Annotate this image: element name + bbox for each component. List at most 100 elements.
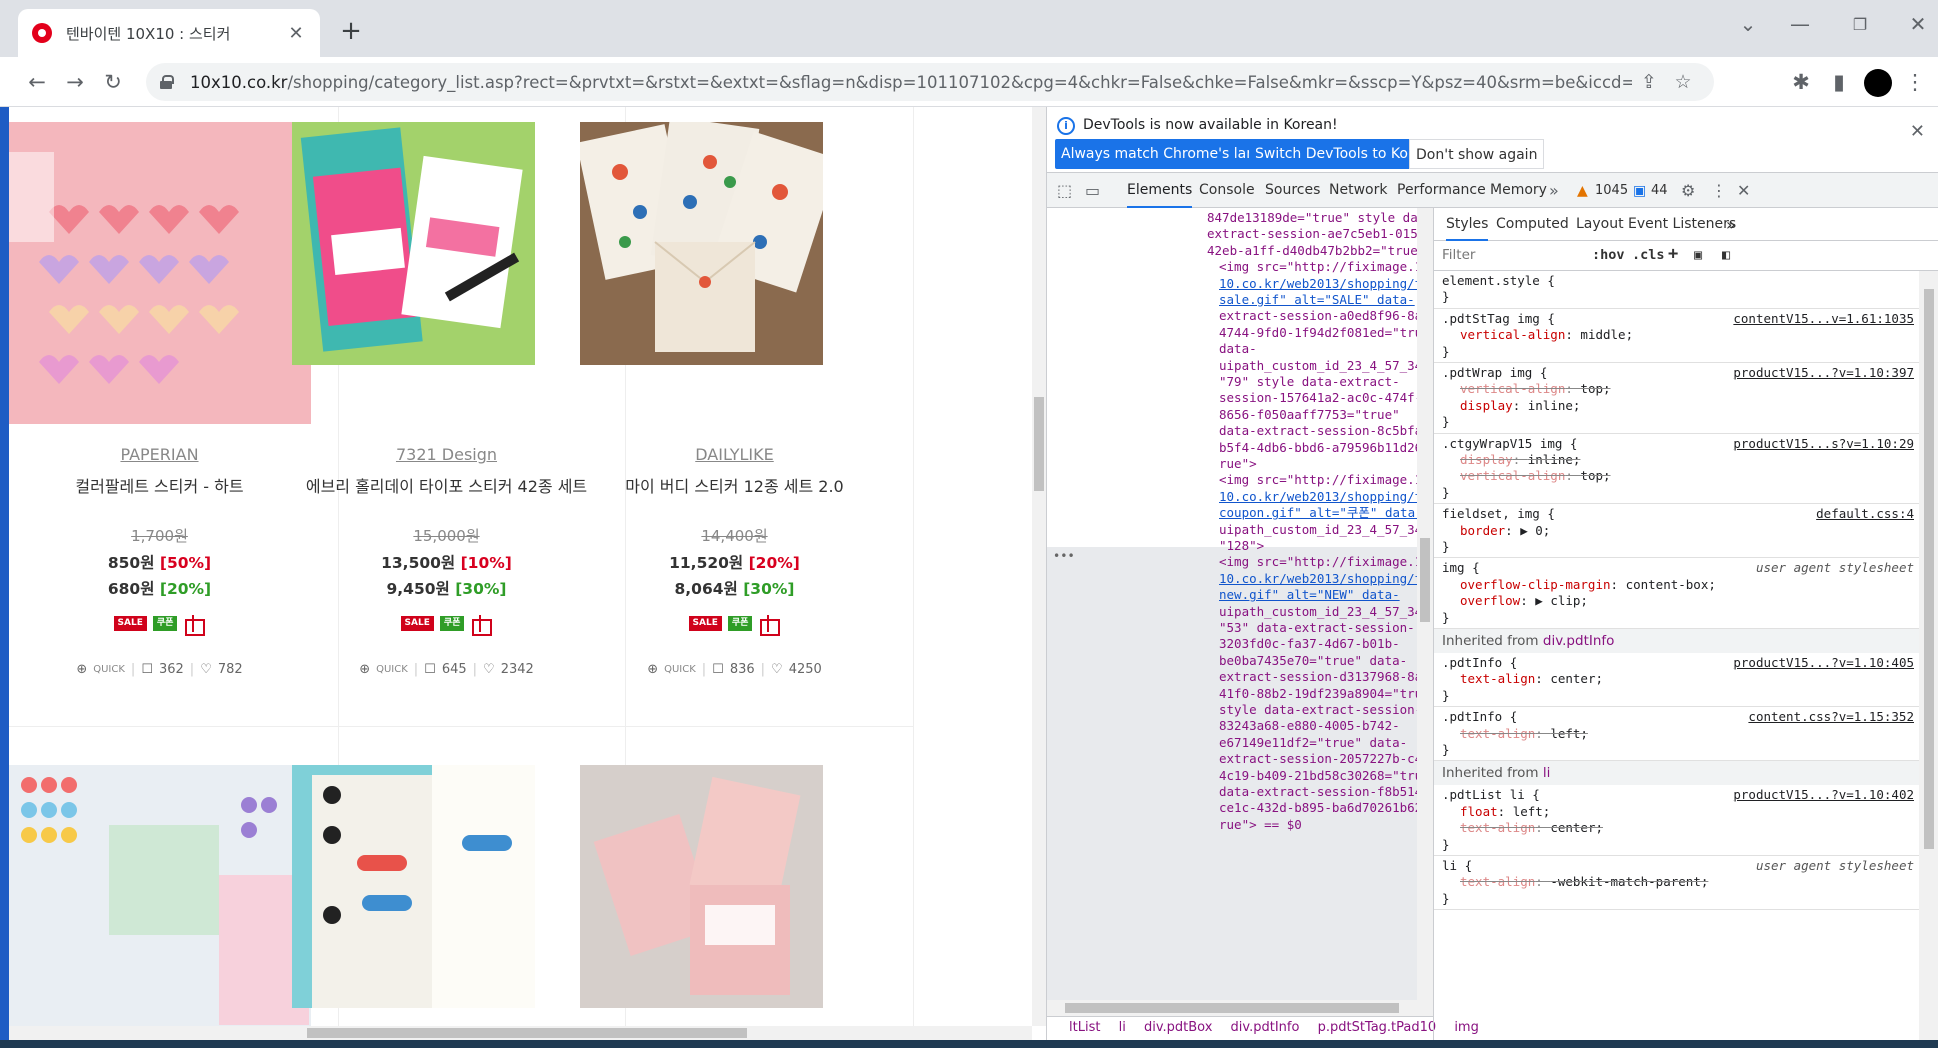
bookmark-star-icon[interactable]: ☆ — [1666, 71, 1700, 93]
forward-icon[interactable]: → — [60, 67, 90, 97]
address-bar[interactable]: 10x10.co.kr/shopping/category_list.asp?r… — [146, 63, 1714, 101]
close-notice-icon[interactable]: ✕ — [1910, 121, 1925, 142]
breadcrumb-item[interactable]: li — [1119, 1020, 1126, 1035]
code-line[interactable]: be0ba7435e70="true" data- — [1219, 653, 1407, 669]
url-link[interactable]: sale.gif" alt="SALE" data- — [1219, 292, 1415, 307]
css-rule[interactable]: img {user agent stylesheet overflow-clip-… — [1434, 558, 1920, 630]
profile-avatar[interactable] — [1864, 69, 1892, 97]
css-source-link[interactable]: productV15...?v=1.10:405 — [1733, 655, 1914, 671]
code-line[interactable]: "53" data-extract-session- — [1219, 620, 1415, 636]
quick-view-label[interactable]: QUICK — [93, 664, 125, 675]
css-rule[interactable]: .pdtInfo {content.css?v=1.15:352 text-ali… — [1434, 707, 1920, 762]
quick-view-icon[interactable]: ⊕ — [76, 662, 87, 677]
tab-network[interactable]: Network — [1329, 173, 1387, 208]
code-line[interactable]: data- — [1219, 341, 1257, 357]
hover-state-toggle[interactable]: :hov — [1592, 247, 1625, 263]
tab-layout[interactable]: Layout — [1576, 208, 1624, 241]
close-tab-icon[interactable]: ✕ — [286, 23, 306, 44]
code-line[interactable]: uipath_custom_id_23_4_57_3408= — [1219, 358, 1417, 374]
tab-computed[interactable]: Computed — [1496, 208, 1569, 241]
tab-search-icon[interactable]: ⌄ — [1728, 12, 1768, 36]
code-line[interactable]: data-extract-session-f8b5148f- — [1219, 784, 1417, 800]
code-line[interactable]: e67149e11df2="true" data- — [1219, 735, 1407, 751]
side-panel-icon[interactable]: ▮ — [1824, 67, 1854, 97]
code-line[interactable]: 4c19-b409-21bd58c30268="true" — [1219, 768, 1417, 784]
product-image[interactable] — [580, 122, 823, 424]
code-line[interactable]: new.gif" alt="NEW" data- — [1219, 587, 1400, 603]
code-line[interactable]: uipath_custom_id_23_4_57_3408= — [1219, 604, 1417, 620]
more-tabs-icon[interactable]: » — [1549, 181, 1559, 200]
css-rule[interactable]: .pdtStTag img {contentV15...v=1.61:1035 v… — [1434, 309, 1920, 364]
new-tab-icon[interactable]: + — [334, 14, 368, 48]
code-line[interactable]: <img src="http://fiximage.10x — [1219, 259, 1417, 275]
styles-vertical-scrollbar[interactable] — [1919, 271, 1938, 1040]
elements-horizontal-scrollbar[interactable] — [1047, 1000, 1433, 1016]
new-rule-icon[interactable]: + — [1668, 244, 1678, 264]
url-link[interactable]: 10.co.kr/web2013/shopping/tag_ — [1219, 571, 1417, 586]
code-line[interactable]: style data-extract-session- — [1219, 702, 1417, 718]
elements-vertical-scrollbar[interactable] — [1417, 208, 1433, 1000]
css-property[interactable]: text-align: -webkit-match-parent; — [1442, 874, 1912, 890]
code-line[interactable]: coupon.gif" alt="쿠폰" data- — [1219, 505, 1417, 521]
devtools-menu-icon[interactable]: ⋮ — [1711, 181, 1727, 200]
minimize-icon[interactable]: — — [1780, 12, 1820, 36]
close-devtools-icon[interactable]: ✕ — [1737, 181, 1750, 200]
css-rule[interactable]: .ctgyWrapV15 img {productV15...s?v=1.10:… — [1434, 434, 1920, 505]
code-line[interactable]: extract-session-2057227b-c495- — [1219, 751, 1417, 767]
code-line[interactable]: <img src="http://fiximage.10x — [1219, 554, 1417, 570]
scroll-thumb[interactable] — [307, 1028, 747, 1038]
breadcrumb-item[interactable]: p.pdtStTag.tPad10 — [1318, 1020, 1437, 1035]
css-property[interactable]: vertical-align: middle; — [1442, 327, 1912, 343]
url-link[interactable]: new.gif" alt="NEW" data- — [1219, 587, 1400, 602]
css-rule[interactable]: li {user agent stylesheet text-align: -we… — [1434, 856, 1920, 911]
tab-memory[interactable]: Memory — [1490, 173, 1547, 208]
tab-event-listeners[interactable]: Event Listeners — [1628, 208, 1736, 241]
css-selector[interactable]: element.style { — [1442, 273, 1912, 289]
css-property[interactable]: overflow: ▶ clip; — [1442, 593, 1912, 609]
code-line[interactable]: b5f4-4db6-bbd6-a79596b11d26="t — [1219, 440, 1417, 456]
restore-icon[interactable]: ❐ — [1840, 15, 1880, 34]
tab-performance[interactable]: Performance — [1397, 173, 1486, 208]
code-line[interactable]: data-extract-session-8c5bfab8- — [1219, 423, 1417, 439]
product-name[interactable]: 마이 버디 스티커 12종 세트 2.0 — [556, 473, 913, 497]
code-line[interactable]: session-157641a2-ac0c-474f- — [1219, 390, 1417, 406]
css-source-link[interactable]: default.css:4 — [1816, 506, 1914, 522]
scroll-thumb[interactable] — [1420, 538, 1430, 622]
code-line[interactable]: 41f0-88b2-19df239a8904="true" — [1219, 686, 1417, 702]
css-property[interactable]: vertical-align: top; — [1442, 381, 1912, 397]
code-line[interactable]: "79" style data-extract- — [1219, 374, 1400, 390]
inherited-element[interactable]: div.pdtInfo — [1543, 633, 1615, 649]
paint-icon[interactable]: ▣ — [1694, 247, 1702, 263]
breadcrumb-item[interactable]: div.pdtBox — [1144, 1020, 1212, 1035]
code-line[interactable]: ce1c-432d-b895-ba6d70261b62="t — [1219, 800, 1417, 816]
code-line[interactable]: 42eb-a1ff-d40db47b2bb2="true"> — [1207, 243, 1417, 259]
quick-view-icon[interactable]: ⊕ — [647, 662, 658, 677]
css-source-link[interactable]: contentV15...v=1.61:1035 — [1733, 311, 1914, 327]
code-line[interactable]: 10.co.kr/web2013/shopping/tag_ — [1219, 571, 1417, 587]
warnings-badge[interactable]: 1045 — [1575, 181, 1628, 201]
tab-console[interactable]: Console — [1199, 173, 1255, 208]
quick-view-label[interactable]: QUICK — [664, 664, 696, 675]
url-link[interactable]: 10.co.kr/web2013/shopping/tag_ — [1219, 489, 1417, 504]
back-icon[interactable]: ← — [22, 67, 52, 97]
tab-styles[interactable]: Styles — [1446, 208, 1489, 241]
code-line[interactable]: 847de13189de="true" style data- — [1207, 210, 1417, 226]
code-line[interactable]: uipath_custom_id_23_4_57_3408= — [1219, 522, 1417, 538]
dont-show-again-button[interactable]: Don't show again — [1409, 139, 1545, 169]
inspect-element-icon[interactable]: ⬚ — [1057, 181, 1072, 200]
tab-elements[interactable]: Elements — [1127, 173, 1193, 208]
css-property[interactable]: text-align: center; — [1442, 820, 1912, 836]
code-line[interactable]: 3203fd0c-fa37-4d67-b01b- — [1219, 636, 1400, 652]
browser-tab[interactable]: 텐바이텐 10X10 : 스티커 ✕ — [18, 9, 320, 57]
css-source-link[interactable]: productV15...?v=1.10:397 — [1733, 365, 1914, 381]
product-image[interactable] — [292, 122, 535, 424]
product-image[interactable] — [9, 122, 311, 424]
scroll-thumb[interactable] — [1034, 397, 1044, 491]
css-rule[interactable]: .pdtList li {productV15...?v=1.10:402 flo… — [1434, 785, 1920, 857]
url-link[interactable]: coupon.gif" alt="쿠폰" data- — [1219, 505, 1417, 520]
heart-icon[interactable]: ♡ — [483, 662, 495, 677]
node-actions-icon[interactable]: ••• — [1053, 548, 1075, 564]
device-toolbar-icon[interactable]: ▭ — [1085, 181, 1100, 200]
elements-dom-tree[interactable]: ••• 847de13189de="true" style data-extra… — [1047, 208, 1417, 1000]
quick-view-label[interactable]: QUICK — [376, 664, 408, 675]
